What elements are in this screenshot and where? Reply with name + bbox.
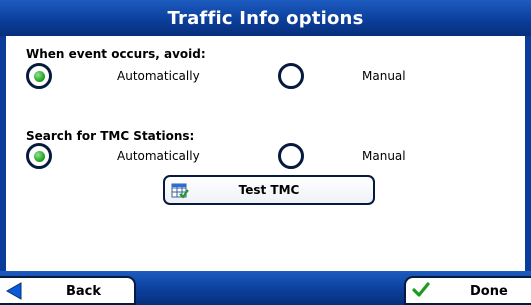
checkmark-icon [412, 281, 430, 303]
back-arrow-icon [5, 282, 22, 304]
avoid-manual-radio[interactable] [278, 63, 304, 89]
radio-selected-icon [26, 143, 52, 169]
tmc-manual-label: Manual [362, 149, 406, 163]
avoid-automatically-label: Automatically [117, 69, 200, 83]
radio-unselected-icon [278, 143, 304, 169]
radio-unselected-icon [278, 63, 304, 89]
tmc-manual-radio[interactable] [278, 143, 304, 169]
avoid-manual-label: Manual [362, 69, 406, 83]
avoid-section-label: When event occurs, avoid: [26, 47, 206, 61]
tmc-automatically-radio[interactable] [26, 143, 52, 169]
tmc-automatically-label: Automatically [117, 149, 200, 163]
back-button[interactable]: Back [0, 276, 136, 305]
done-button[interactable]: Done [404, 276, 531, 305]
radio-selected-icon [26, 63, 52, 89]
back-label: Back [66, 284, 102, 299]
test-tmc-button[interactable]: Test TMC [163, 175, 375, 205]
title-bar: Traffic Info options [0, 0, 531, 36]
test-tmc-label: Test TMC [238, 183, 300, 197]
avoid-automatically-radio[interactable] [26, 63, 52, 89]
test-tmc-icon [171, 182, 189, 202]
tmc-section-label: Search for TMC Stations: [26, 129, 195, 143]
page-title: Traffic Info options [167, 7, 364, 29]
content-panel [0, 36, 531, 271]
done-label: Done [470, 284, 508, 299]
